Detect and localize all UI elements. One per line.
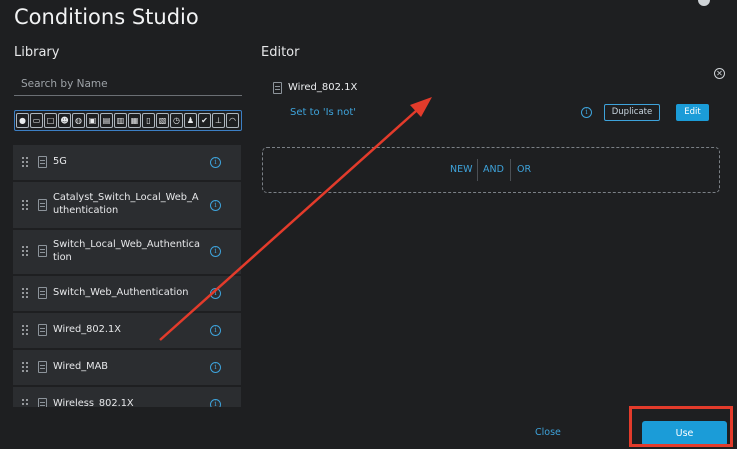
annotation-arrow [159,97,432,341]
annotation-highlight-box [629,406,733,447]
close-button[interactable]: Close [535,427,561,438]
